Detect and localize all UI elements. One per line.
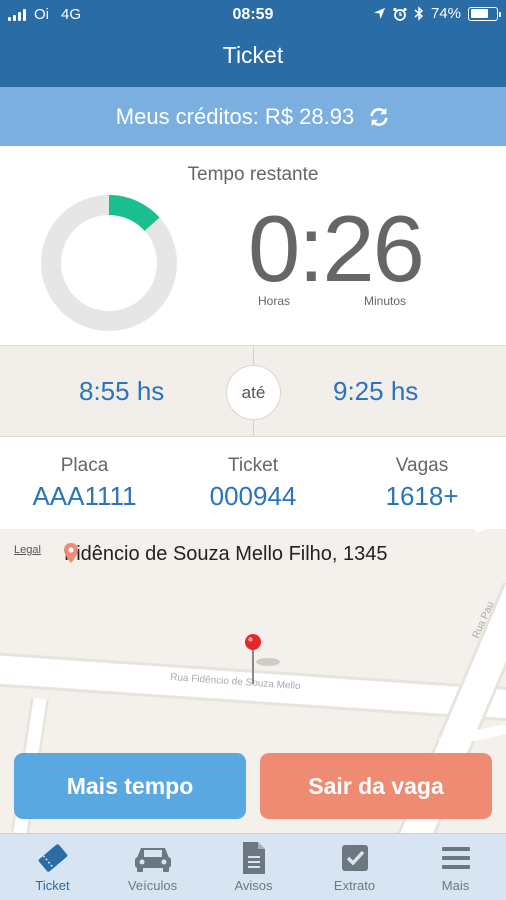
location-arrow-icon (373, 7, 386, 20)
refresh-icon[interactable] (368, 106, 390, 128)
spots-value: 1618+ (385, 481, 459, 511)
legal-link[interactable]: Legal (14, 544, 41, 556)
ticket-number-info: Ticket 000944 (180, 455, 326, 512)
ticket-value: 000944 (209, 481, 297, 511)
time-remaining-ring (41, 195, 177, 331)
start-time: 8:55 hs (79, 376, 165, 406)
tab-statement-label: Extrato (333, 878, 376, 893)
time-range: 8:55 hs até 9:25 hs (0, 345, 506, 438)
tab-statement[interactable]: Extrato (304, 842, 405, 893)
page-title: Ticket (222, 42, 284, 68)
top-bar: Oi 4G 08:59 74% Ticket (0, 0, 506, 87)
tab-more-label: Mais (441, 878, 470, 893)
ticket-label: Ticket (228, 455, 278, 476)
map-marker-icon (64, 543, 78, 563)
tab-more[interactable]: Mais (405, 842, 506, 893)
tab-ticket-label: Ticket (35, 878, 70, 893)
status-right: 74% (373, 5, 501, 22)
plate-value: AAA1111 (32, 481, 137, 511)
tab-vehicles-label: Veículos (127, 878, 178, 893)
hours-label: Horas (258, 294, 291, 308)
leave-spot-button[interactable]: Sair da vaga (260, 753, 492, 819)
address-text: Fidêncio de Souza Mello Filho, 1345 (64, 543, 388, 565)
ticket-info: Placa AAA1111 Ticket 000944 Vagas 1618+ (0, 437, 506, 529)
credits-text: Meus créditos: R$ 28.93 (115, 103, 355, 129)
timer-panel: Tempo restante 0:26 Horas Minutos (0, 146, 506, 345)
tab-bar: Ticket Veículos Avisos Extrato Mais (0, 833, 506, 900)
spots-info: Vagas 1618+ (350, 455, 494, 512)
range-separator: até (226, 365, 281, 420)
bluetooth-icon (414, 6, 424, 21)
car-icon (134, 848, 171, 872)
tab-ticket[interactable]: Ticket (2, 842, 103, 893)
status-bar: Oi 4G 08:59 74% (0, 0, 506, 30)
spots-label: Vagas (395, 455, 449, 476)
minutes-label: Minutos (364, 294, 407, 308)
credits-bar: Meus créditos: R$ 28.93 (0, 87, 506, 146)
more-time-button[interactable]: Mais tempo (14, 753, 246, 819)
document-icon (242, 842, 265, 874)
battery-percent: 74% (430, 5, 461, 22)
end-time: 9:25 hs (333, 376, 419, 406)
parking-address: Fidêncio de Souza Mello Filho, 1345 (64, 543, 388, 566)
tab-vehicles[interactable]: Veículos (102, 842, 203, 893)
tab-notices[interactable]: Avisos (203, 842, 304, 893)
battery-icon (468, 6, 501, 21)
plate-label: Placa (60, 455, 109, 476)
checkbox-icon (341, 845, 368, 871)
ticket-icon (38, 844, 67, 872)
remaining-time-label: Tempo restante (187, 164, 319, 185)
alarm-icon (393, 7, 407, 21)
plate-info: Placa AAA1111 (12, 455, 157, 512)
map-view[interactable]: Rua Fidêncio de Souza Mello Rua Pau Lega… (0, 529, 506, 833)
menu-icon (441, 847, 470, 869)
remaining-time-value: 0:26 (248, 196, 425, 301)
tab-notices-label: Avisos (234, 878, 273, 893)
